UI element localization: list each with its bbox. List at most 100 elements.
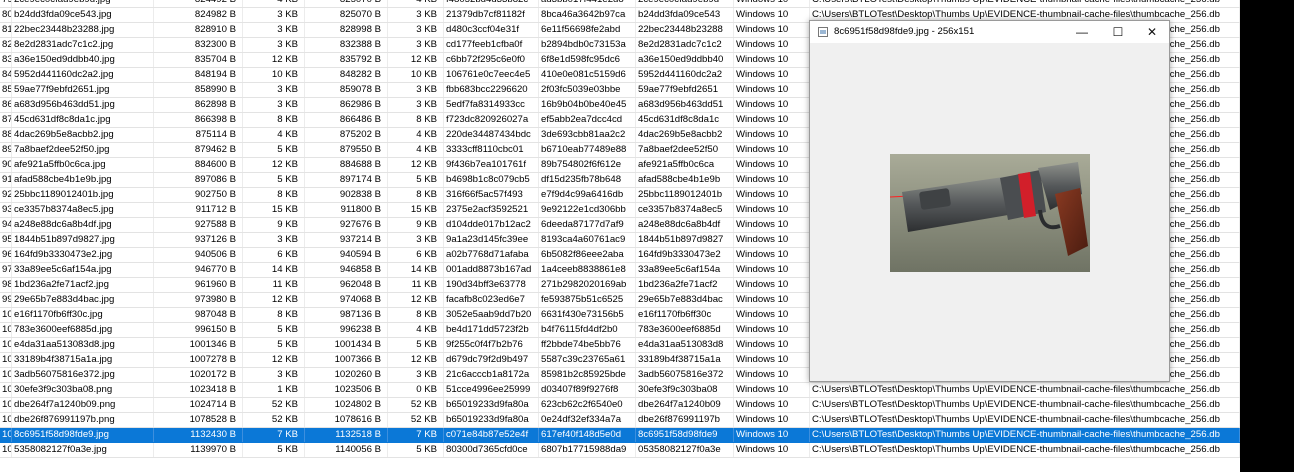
data-size-cell: 12 KB [388,53,444,67]
data-checksum-cell: 0e24df32ef334a7a [539,413,636,427]
system-cell: Windows 10 [734,98,810,112]
row-number: 85 [2,83,12,97]
row-number: 98 [2,278,12,292]
close-button[interactable]: ✕ [1134,21,1170,43]
file-name-cell: a248e88dc6a8b4df.jpg [12,218,154,232]
file-name-cell: afe921a5ffb0c6ca.jpg [12,158,154,172]
header-offset-cell: 1078528 B [154,413,243,427]
data-checksum-cell: 8193ca4a60761ac9 [539,233,636,247]
header-offset-cell: 946770 B [154,263,243,277]
table-row-selected[interactable]: 1088c6951f58d98fde9.jpg1132430 B7 KB1132… [0,428,1240,443]
minimize-button[interactable]: — [1064,21,1100,43]
system-cell: Windows 10 [734,8,810,22]
data-offset-cell: 879550 B [305,143,388,157]
header-offset-cell: 927588 B [154,218,243,232]
file-name-cell: 59ae77f9ebfd2651.jpg [12,83,154,97]
header-checksum-cell: d480c3ccf04e31f [444,23,539,37]
cache-entry-hash-cell: dbe26f876991197b [636,413,734,427]
data-checksum-cell: ff2bbde74be5bb76 [539,338,636,352]
header-checksum-cell: 001add8873b167ad [444,263,539,277]
system-cell: Windows 10 [734,323,810,337]
header-size-cell: 14 KB [243,263,305,277]
image-viewer-window[interactable]: 8c6951f58d98fde9.jpg - 256x151 — ☐ ✕ [809,20,1170,382]
cache-entry-hash-cell: 59ae77f9ebfd2651 [636,83,734,97]
table-row[interactable]: 1095358082127f0a3e.jpg1139970 B5 KB11400… [0,443,1240,458]
header-size-cell: 52 KB [243,413,305,427]
data-offset-cell: 937214 B [305,233,388,247]
data-offset-cell: 1024802 B [305,398,388,412]
cache-entry-hash-cell: 4dac269b5e8acbb2 [636,128,734,142]
data-offset-cell: 825070 B [305,0,388,7]
data-offset-cell: 859078 B [305,83,388,97]
table-row[interactable]: 107dbe26f876991197b.png1078528 B52 KB107… [0,413,1240,428]
data-size-cell: 11 KB [388,278,444,292]
cache-entry-hash-cell: 05358082127f0a3e [636,443,734,457]
file-name-cell: 1bd236a2fe71acf2.jpg [12,278,154,292]
row-number: 105 [0,383,12,397]
table-row[interactable]: 10530efe3f9c303ba08.png1023418 B1 KB1023… [0,383,1240,398]
maximize-button[interactable]: ☐ [1100,21,1136,43]
header-size-cell: 9 KB [243,218,305,232]
table-row[interactable]: 106dbe264f7a1240b09.png1024714 B52 KB102… [0,398,1240,413]
data-offset-cell: 828998 B [305,23,388,37]
data-checksum-cell: df15d235fb78b648 [539,173,636,187]
data-checksum-cell: 6f8e1d598fc95dc6 [539,53,636,67]
table-row[interactable]: 792ce9ec0cfad9eb9d.jpg824492 B4 KB825070… [0,0,1240,8]
header-offset-cell: 848194 B [154,68,243,82]
header-size-cell: 5 KB [243,143,305,157]
file-name-cell: 783e3600eef6885d.jpg [12,323,154,337]
data-size-cell: 3 KB [388,23,444,37]
data-checksum-cell: 1a4ceeb8838861e8 [539,263,636,277]
data-checksum-cell: 410e0e081c5159d6 [539,68,636,82]
data-checksum-cell: 271b2982020169ab [539,278,636,292]
header-size-cell: 3 KB [243,233,305,247]
header-checksum-cell: fbb683bcc2296620 [444,83,539,97]
header-checksum-cell: cd177feeb1cfba0f [444,38,539,52]
file-name-cell: a683d956b463dd51.jpg [12,98,154,112]
row-number: 80 [2,8,12,22]
file-name-cell: a36e150ed9ddbb40.jpg [12,53,154,67]
row-number: 100 [0,308,12,322]
data-size-cell: 52 KB [388,413,444,427]
data-size-cell: 5 KB [388,338,444,352]
cache-entry-hash-cell: a683d956b463dd51 [636,98,734,112]
file-name-cell: 5952d441160dc2a2.jpg [12,68,154,82]
data-offset-cell: 835792 B [305,53,388,67]
header-size-cell: 8 KB [243,188,305,202]
header-offset-cell: 902750 B [154,188,243,202]
header-checksum-cell: c6bb72f295c6e0f0 [444,53,539,67]
cache-entry-hash-cell: ce3357b8374a8ec5 [636,203,734,217]
data-offset-cell: 996238 B [305,323,388,337]
data-offset-cell: 974068 B [305,293,388,307]
header-checksum-cell: d679dc79f2d9b497 [444,353,539,367]
viewer-titlebar[interactable]: 8c6951f58d98fde9.jpg - 256x151 — ☐ ✕ [810,21,1169,43]
cache-entry-hash-cell: 783e3600eef6885d [636,323,734,337]
header-size-cell: 4 KB [243,128,305,142]
file-name-cell: 25bbc1189012401b.jpg [12,188,154,202]
system-cell: Windows 10 [734,68,810,82]
system-cell: Windows 10 [734,0,810,7]
cache-entry-hash-cell: 8c6951f58d98fde9 [636,428,734,442]
system-cell: Windows 10 [734,263,810,277]
header-checksum-cell: a02b7768d71afaba [444,248,539,262]
header-checksum-cell: b4698b1c8c079cb5 [444,173,539,187]
background-area [1240,0,1294,472]
file-name-cell: 164fd9b3330473e2.jpg [12,248,154,262]
cache-entry-hash-cell: 25bbc1189012401b [636,188,734,202]
header-checksum-cell: f48052bd4d33b82c [444,0,539,7]
header-offset-cell: 940506 B [154,248,243,262]
data-checksum-cell: 6807b17715988da9 [539,443,636,457]
file-name-cell: 45cd631df8c8da1c.jpg [12,113,154,127]
cache-entry-hash-cell: 5952d441160dc2a2 [636,68,734,82]
cache-entry-hash-cell: a36e150ed9ddbb40 [636,53,734,67]
header-checksum-cell: 3333cff8110cbc01 [444,143,539,157]
data-checksum-cell: e7f9d4c99a6416db [539,188,636,202]
data-checksum-cell: b6710eab77489e88 [539,143,636,157]
cache-entry-hash-cell: 30efe3f9c303ba08 [636,383,734,397]
system-cell: Windows 10 [734,353,810,367]
data-size-cell: 12 KB [388,293,444,307]
header-offset-cell: 862898 B [154,98,243,112]
cache-entry-hash-cell: 22bec23448b23288 [636,23,734,37]
row-number: 108 [0,428,12,442]
header-checksum-cell: 80300d7365cfd0ce [444,443,539,457]
